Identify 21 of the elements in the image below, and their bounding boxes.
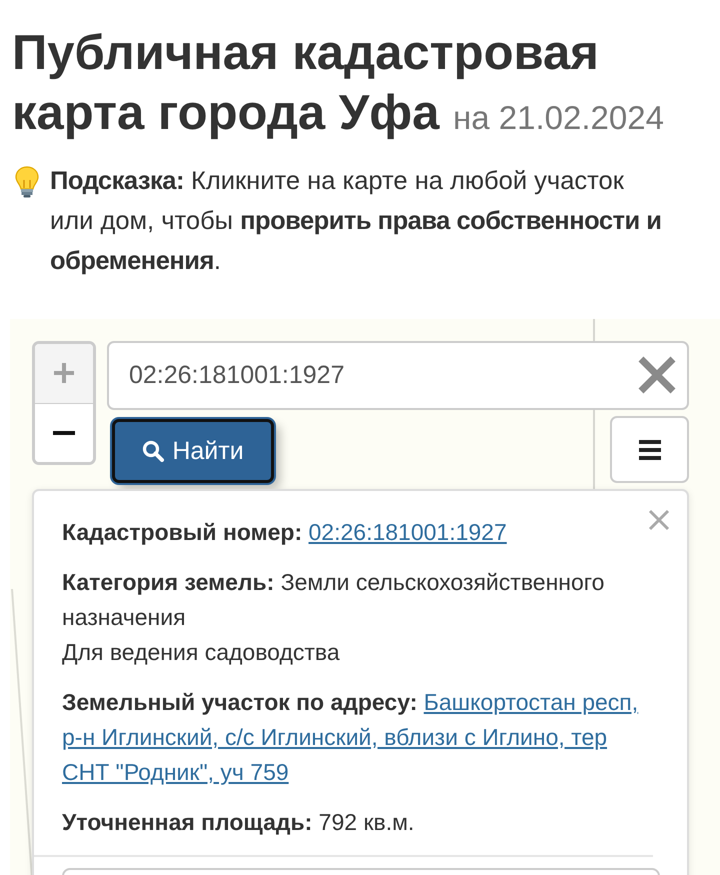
menu-icon <box>638 440 660 460</box>
info-link[interactable]: 02:26:181001:1927 <box>308 519 507 545</box>
clear-button[interactable] <box>637 356 677 394</box>
plus-icon <box>53 362 75 384</box>
info-link-text[interactable]: Земельный участок по адресу: Башкортостан респ, р-н Иглинский, с/с Иглинский, вблизи с Иглино, тер СНТ "Родник", уч 759 <box>62 685 657 790</box>
popup-close-button[interactable] <box>648 509 670 531</box>
find-button[interactable]: Найти <box>112 419 274 483</box>
close-icon <box>637 356 677 394</box>
hint-text: Подсказка: Кликните на карте на любой участок или дом, чтобы проверить права собственности и обременения. <box>50 166 662 277</box>
zoom-out-button[interactable] <box>35 402 93 462</box>
page-title: Публичная кадастровая карта города Уфа на 21.02.2024 <box>12 25 665 142</box>
note-text: Для ведения садоводства <box>62 638 341 667</box>
search-field[interactable]: 02:26:181001:1927 <box>107 341 689 410</box>
search-icon <box>142 440 164 462</box>
minus-icon <box>53 430 75 435</box>
info-text: Категория земель: Земли сельскохозяйственного назначения <box>62 568 606 632</box>
close-icon <box>648 509 670 531</box>
lightbulb-icon <box>14 166 40 198</box>
field-label: Кадастровый номер: <box>62 519 302 545</box>
menu-button[interactable] <box>610 416 689 483</box>
info-text: Уточненная площадь: 792 кв.м. <box>62 808 416 837</box>
